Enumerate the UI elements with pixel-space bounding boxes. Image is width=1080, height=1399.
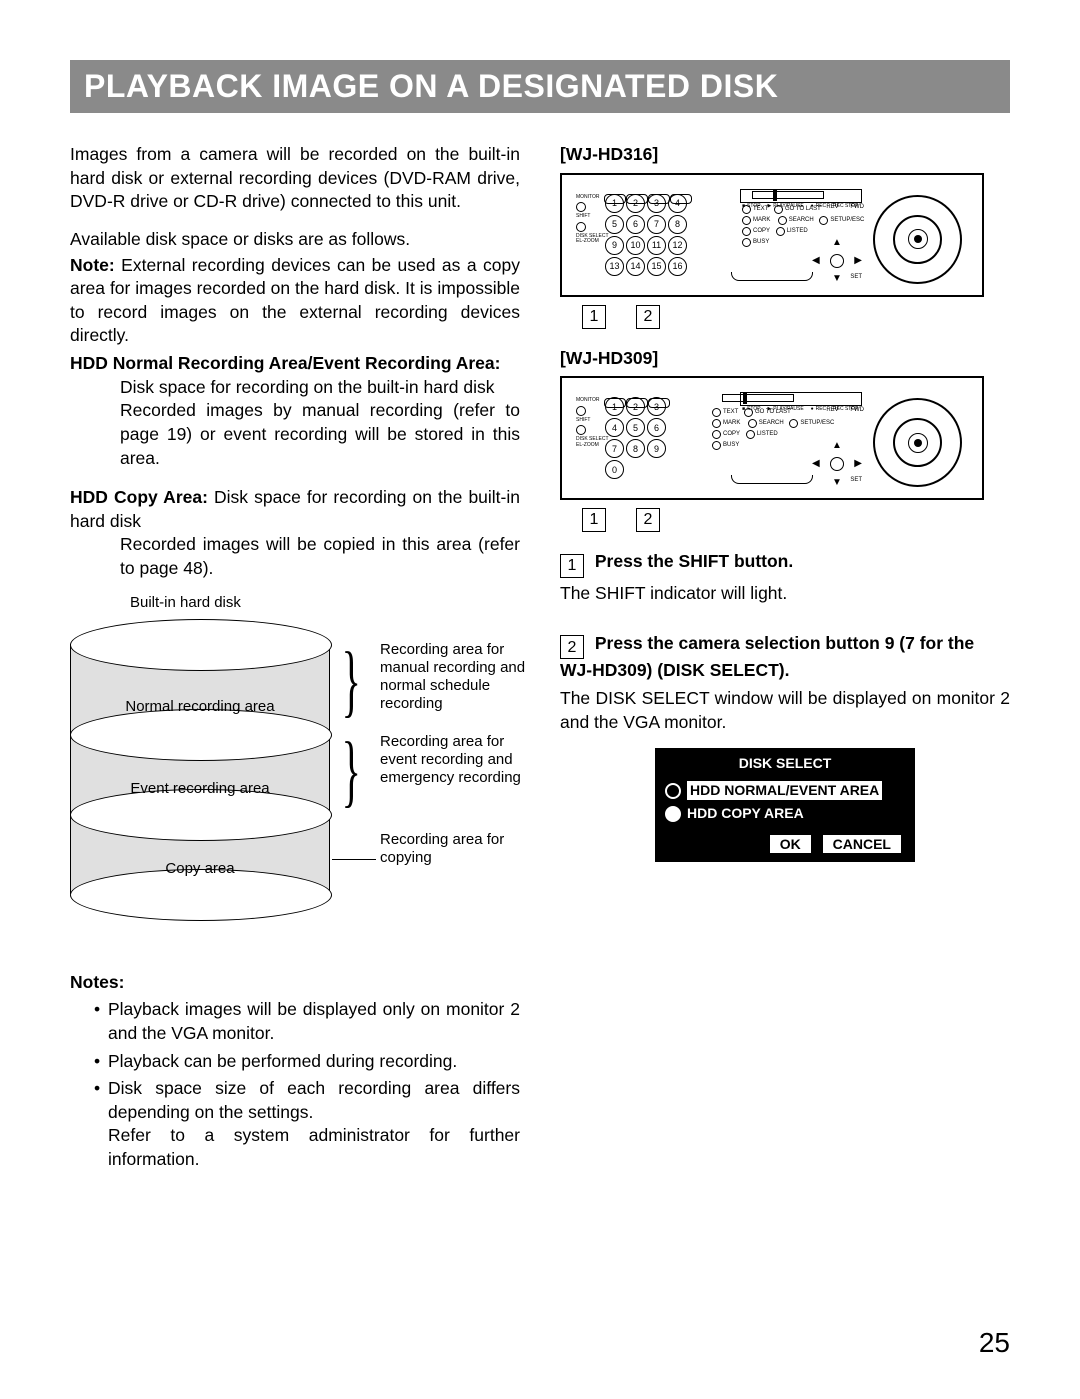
notes-item-1: Playback images will be displayed only o… (94, 998, 520, 1045)
panel-label-fwd-b: FWD (850, 407, 864, 413)
notes-heading: Notes: (70, 971, 520, 995)
model-a-heading: [WJ-HD316] (560, 143, 1010, 167)
callout-2b: 2 (636, 508, 660, 532)
device-panel-hd309: MONITOR SHIFT DISK SELECT EL-ZOOM 123 45… (560, 376, 984, 500)
panel-label-text-b: TEXT (723, 409, 738, 416)
right-column: [WJ-HD316] MONITOR SHIFT DISK SELECT EL-… (560, 143, 1010, 1176)
panel-label-stop-b: STOP (746, 406, 762, 413)
panel-label-rec-b: REC (815, 406, 828, 413)
page-number: 25 (979, 1327, 1010, 1359)
panel-label-rev: REV (826, 204, 838, 210)
callouts-hd316: 1 2 (560, 305, 1010, 329)
panel-label-mark: MARK (753, 217, 770, 224)
disk-select-option-2: HDD COPY AREA (655, 802, 915, 825)
callout-2: 2 (636, 305, 660, 329)
note-body: External recording devices can be used a… (70, 255, 520, 346)
hdd-normal-line1: Disk space for recording on the built-in… (70, 376, 520, 400)
hdd-copy-line2: Recorded images will be copied in this a… (70, 533, 520, 580)
disk-select-title: DISK SELECT (655, 748, 915, 779)
panel-label-search-b: SEARCH (759, 420, 784, 427)
panel-label-listed: LISTED (787, 228, 808, 235)
panel-label-set-b: SET (850, 476, 862, 484)
notes-item-3a: Disk space size of each recording area d… (108, 1078, 520, 1122)
panel-label-stop: STOP (746, 203, 762, 210)
panel-label-fwd: FWD (850, 204, 864, 210)
callouts-hd309: 1 2 (560, 508, 1010, 532)
panel-label-mark-b: MARK (723, 420, 740, 427)
panel-label-setup: SETUP/ESC (830, 217, 864, 224)
page-title: PLAYBACK IMAGE ON A DESIGNATED DISK (70, 60, 1010, 113)
diagram-top-label: Built-in hard disk (130, 593, 241, 613)
panel-label-rev-b: REV (826, 407, 838, 413)
step-2-heading: 2 Press the camera selection button 9 (7… (560, 632, 1010, 683)
hard-disk-diagram: Built-in hard disk Normal recording area… (70, 611, 470, 951)
model-b-heading: [WJ-HD309] (560, 347, 1010, 371)
panel-label-setup-b: SETUP/ESC (800, 420, 834, 427)
notes-list: Playback images will be displayed only o… (70, 998, 520, 1171)
panel-label-play: PLAY/PAUSE (772, 203, 804, 210)
step-1-number: 1 (560, 554, 584, 578)
diagram-slice3-label: Copy area (70, 859, 330, 879)
intro-para-1: Images from a camera will be recorded on… (70, 143, 520, 214)
left-column: Images from a camera will be recorded on… (70, 143, 520, 1176)
panel-label-busy: BUSY (753, 239, 769, 246)
step-1-heading: 1 Press the SHIFT button. (560, 550, 1010, 578)
panel-label-busy-b: BUSY (723, 442, 739, 449)
panel-label-play-b: PLAY/PAUSE (772, 406, 804, 413)
disk-select-cancel-button: CANCEL (823, 835, 901, 853)
notes-item-3b: Refer to a system administrator for furt… (108, 1125, 520, 1169)
notes-item-2: Playback can be performed during recordi… (94, 1050, 520, 1074)
panel-label-rec: REC (815, 203, 828, 210)
device-panel-hd316: MONITOR SHIFT DISK SELECT EL-ZOOM 1234 5… (560, 173, 984, 297)
step-2-body: The DISK SELECT window will be displayed… (560, 687, 1010, 734)
diagram-anno3: Recording area for copying (380, 831, 530, 867)
diagram-slice1-label: Normal recording area (70, 697, 330, 717)
hdd-copy-heading: HDD Copy Area: (70, 487, 208, 507)
panel-label-search: SEARCH (789, 217, 814, 224)
panel-label-copy-b: COPY (723, 431, 740, 438)
panel-label-copy: COPY (753, 228, 770, 235)
diagram-slice2-label: Event recording area (70, 779, 330, 799)
step-1-body: The SHIFT indicator will light. (560, 582, 1010, 606)
step-2-number: 2 (560, 635, 584, 659)
disk-select-option-2-label: HDD COPY AREA (687, 804, 804, 823)
notes-item-3: Disk space size of each recording area d… (94, 1077, 520, 1172)
step-2-title: Press the camera selection button 9 (7 f… (560, 633, 974, 681)
step-1-title: Press the SHIFT button. (595, 551, 793, 571)
diagram-anno1: Recording area for manual recording and … (380, 641, 530, 713)
panel-label-listed-b: LISTED (757, 431, 778, 438)
diagram-anno2: Recording area for event recording and e… (380, 733, 530, 787)
disk-select-option-1-label: HDD NORMAL/EVENT AREA (687, 781, 882, 800)
callout-1b: 1 (582, 508, 606, 532)
callout-1: 1 (582, 305, 606, 329)
hdd-normal-line2: Recorded images by manual recording (ref… (70, 399, 520, 470)
disk-select-ok-button: OK (770, 835, 811, 853)
panel-label-set: SET (850, 273, 862, 281)
disk-select-window: DISK SELECT HDD NORMAL/EVENT AREA HDD CO… (655, 748, 915, 862)
disk-select-option-1: HDD NORMAL/EVENT AREA (655, 779, 915, 802)
hdd-normal-heading: HDD Normal Recording Area/Event Recordin… (70, 352, 520, 376)
note-label: Note: (70, 255, 115, 275)
intro-para-2: Available disk space or disks are as fol… (70, 228, 520, 252)
